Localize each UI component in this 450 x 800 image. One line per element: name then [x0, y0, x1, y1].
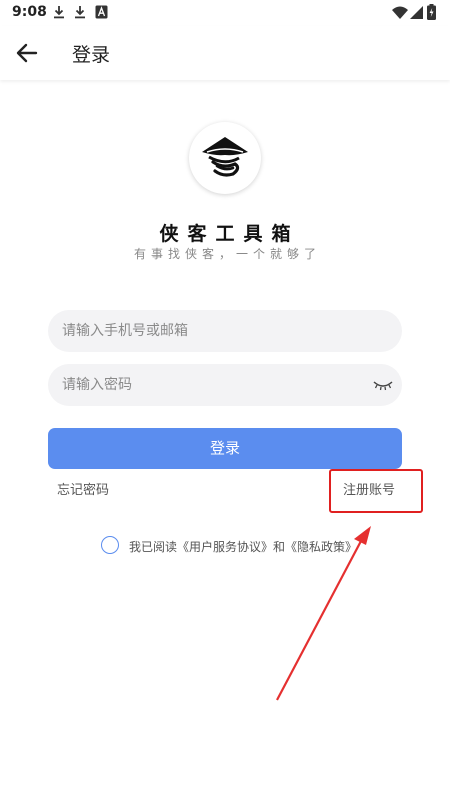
- battery-icon: [427, 4, 436, 20]
- account-field: [48, 310, 402, 352]
- password-field: [48, 364, 402, 406]
- annotation-highlight-box: [329, 469, 423, 513]
- back-button[interactable]: [12, 38, 44, 68]
- agreement-conjunction: 和: [273, 540, 286, 554]
- straw-hat-icon: [202, 137, 248, 177]
- arrow-left-icon: [16, 43, 38, 63]
- user-agreement-link[interactable]: 《用户服务协议》: [177, 540, 273, 554]
- password-input[interactable]: [62, 364, 362, 406]
- annotation-arrow-shaft: [276, 540, 362, 701]
- forgot-password-link[interactable]: 忘记密码: [57, 479, 109, 498]
- app-name: 侠客工具箱: [159, 223, 300, 245]
- eye-closed-icon[interactable]: [372, 376, 394, 394]
- download-icon: [54, 6, 64, 19]
- download-icon: [75, 6, 85, 19]
- account-input[interactable]: [62, 310, 362, 352]
- privacy-policy-link[interactable]: 《隐私政策》: [285, 540, 357, 554]
- app-bar: 登录: [0, 26, 450, 80]
- signal-icon: [410, 6, 423, 19]
- status-bar: 9:08: [0, 0, 450, 26]
- agreement-text: 我已阅读《用户服务协议》和《隐私政策》: [129, 538, 357, 555]
- app-slogan: 有事找侠客，一个就够了: [133, 247, 321, 261]
- status-time: 9:08: [12, 4, 47, 20]
- page-title: 登录: [72, 44, 111, 66]
- font-icon: [95, 5, 108, 19]
- agreement-checkbox[interactable]: [101, 536, 119, 554]
- agreement-prefix: 我已阅读: [129, 540, 178, 554]
- login-button[interactable]: 登录: [48, 428, 402, 469]
- app-logo: [189, 122, 261, 194]
- wifi-icon: [392, 6, 408, 19]
